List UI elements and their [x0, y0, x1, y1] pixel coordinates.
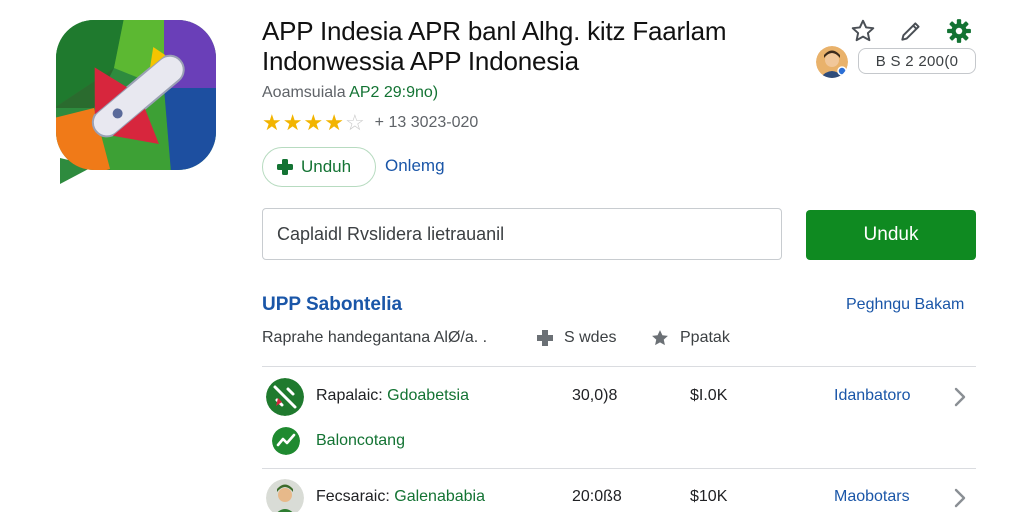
star-icon: ★	[303, 110, 324, 135]
search-input[interactable]	[262, 208, 782, 260]
list-item-name-prefix: Rapalaic:	[316, 387, 388, 404]
meta-description-label: Raprahe handegantana AlØ/a. .	[262, 329, 488, 346]
rating-count: + 13 3023-020	[374, 114, 479, 131]
list-item-size: 20:0ß8	[572, 488, 622, 505]
settings-gear-icon[interactable]	[944, 16, 974, 46]
sub-list-item[interactable]: Baloncotang	[262, 426, 405, 456]
star-icon	[652, 330, 668, 346]
meta-rating: Ppatak	[650, 328, 730, 348]
map-app-icon	[266, 378, 304, 416]
person-app-icon	[266, 479, 304, 512]
section-meta: Raprahe handegantana AlØ/a. . S wdes Ppa…	[262, 326, 730, 350]
meta-description: Raprahe handegantana AlØ/a. .	[262, 329, 536, 347]
app-subtitle: Aoamsuiala AP2 29:9no)	[262, 84, 438, 102]
list-item-name-highlight: Gdoabetsia	[387, 387, 469, 404]
header-actions	[848, 16, 974, 46]
user-avatar[interactable]	[816, 46, 848, 78]
download-button[interactable]: Unduk	[806, 210, 976, 260]
edit-icon[interactable]	[896, 16, 926, 46]
list-item-name: Rapalaic: Gdoabetsia	[316, 387, 469, 405]
install-chip[interactable]: Unduh	[262, 147, 376, 187]
list-item[interactable]: Fecsaraic: Galenababia 20:0ß8 $10K Maobo…	[262, 478, 976, 512]
rating-stars: ★ ★ ★ ★ ☆	[262, 112, 365, 134]
app-version-info: AP2 29:9no)	[349, 84, 439, 101]
chevron-right-icon[interactable]	[950, 385, 970, 409]
rating: ★ ★ ★ ★ ☆ + 13 3023-020	[262, 112, 478, 134]
list-item-name-prefix: Fecsaraic:	[316, 488, 395, 505]
list-item-link[interactable]: Idanbatoro	[834, 387, 911, 405]
meta-permissions-label: S wdes	[564, 329, 617, 346]
star-outline-icon[interactable]	[848, 16, 878, 46]
puzzle-icon	[537, 330, 553, 346]
app-subtitle-prefix: Aoamsuiala	[262, 84, 350, 101]
list-item-downloads: $I.0K	[690, 387, 728, 404]
sub-list-item-label: Baloncotang	[316, 432, 405, 449]
divider	[262, 366, 976, 367]
plus-icon	[277, 159, 293, 175]
chart-app-icon	[272, 427, 300, 455]
meta-rating-label: Ppatak	[680, 329, 730, 346]
install-chip-label: Unduh	[301, 157, 352, 176]
online-link[interactable]: Onlemg	[385, 156, 445, 176]
star-icon: ★	[282, 110, 303, 135]
list-item-name: Fecsaraic: Galenababia	[316, 488, 485, 506]
list-item-name-highlight: Galenababia	[394, 488, 485, 505]
half-star-icon: ★	[324, 110, 344, 135]
list-item-link[interactable]: Maobotars	[834, 488, 910, 506]
section-link[interactable]: Peghngu Bakam	[846, 296, 964, 314]
list-item[interactable]: Rapalaic: Gdoabetsia 30,0)8 $I.0K Idanba…	[262, 377, 976, 417]
meta-permissions: S wdes	[536, 329, 650, 347]
app-logo-icon	[54, 18, 218, 184]
empty-star-icon: ☆	[344, 110, 365, 135]
star-icon: ★	[262, 110, 282, 135]
list-item-downloads: $10K	[690, 488, 728, 505]
version-badge[interactable]: B S 2 200(0	[858, 48, 976, 74]
section-title: UPP Sabontelia	[262, 294, 403, 315]
divider	[262, 468, 976, 469]
list-item-size: 30,0)8	[572, 387, 618, 404]
chevron-right-icon[interactable]	[950, 486, 970, 510]
app-title: APP Indesia APR banl Alhg. kitz Faarlam …	[262, 16, 727, 76]
